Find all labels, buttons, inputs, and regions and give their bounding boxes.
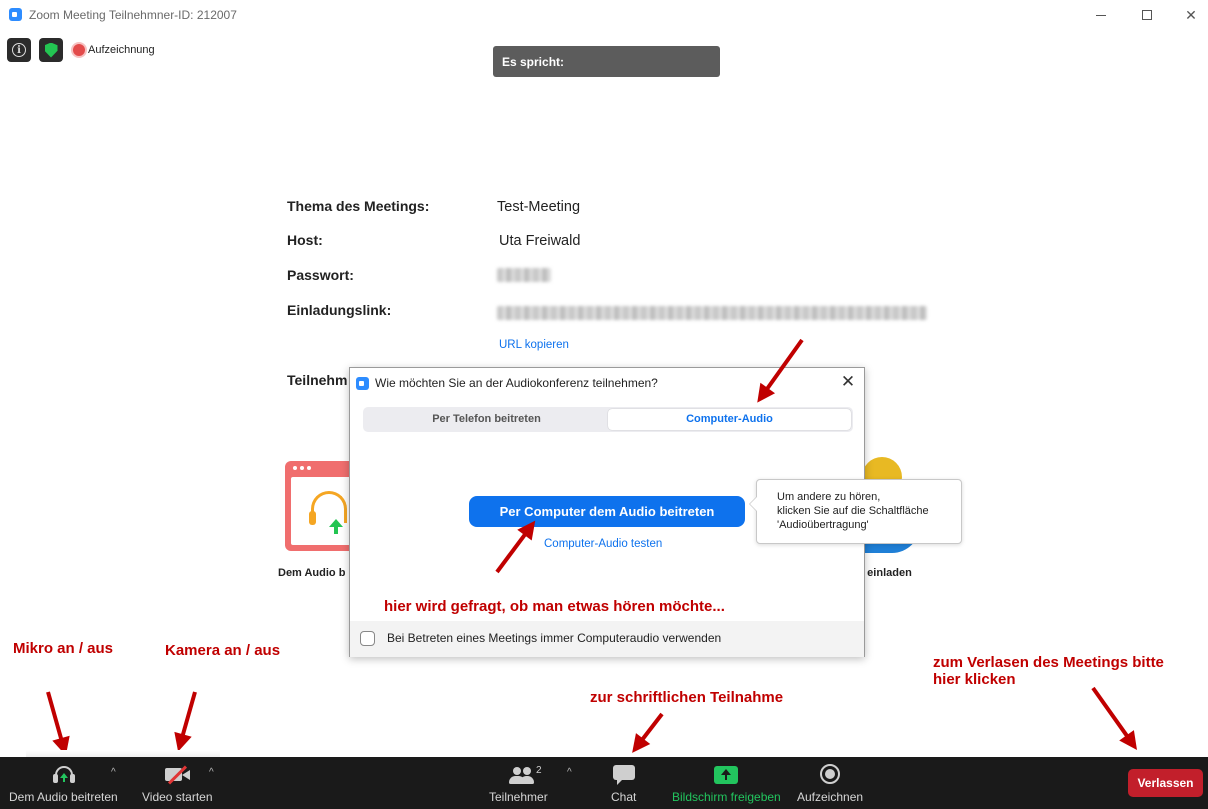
share-screen-label: Bildschirm freigeben [672, 790, 781, 804]
start-video-label: Video starten [142, 790, 213, 804]
join-audio-label: Dem Audio beitreten [9, 790, 118, 804]
info-icon: i [12, 43, 26, 57]
tooltip-line: 'Audioübertragung' [777, 519, 869, 531]
record-icon [820, 764, 840, 784]
shield-icon [44, 42, 58, 58]
record-icon [73, 44, 85, 56]
always-computer-audio-label: Bei Betreten eines Meetings immer Comput… [387, 631, 722, 645]
recording-label: Aufzeichnung [88, 44, 155, 56]
invite-link-value-blurred [497, 306, 927, 323]
participants-label: Teilnehmer [489, 790, 548, 804]
window-titlebar: Zoom Meeting Teilnehmner-ID: 212007 ✕ [0, 0, 1208, 30]
chat-icon [613, 765, 635, 785]
participants-options-caret[interactable]: ^ [567, 767, 572, 778]
meeting-info-button[interactable]: i [7, 38, 31, 62]
participants-button[interactable]: 2 Teilnehmer [482, 757, 560, 809]
window-dots-icon [293, 466, 311, 470]
topic-label: Thema des Meetings: [287, 198, 430, 214]
recording-indicator[interactable]: Aufzeichnung [73, 44, 155, 56]
minimize-button[interactable] [1078, 2, 1124, 28]
annotation-arrow-camera [169, 691, 197, 755]
invite-tile-label: e einladen [858, 567, 912, 579]
dialog-close-button[interactable]: ✕ [838, 372, 858, 392]
password-label: Passwort: [287, 267, 354, 283]
active-speaker-box: Es spricht: [493, 46, 720, 77]
audio-options-caret[interactable]: ^ [111, 767, 116, 778]
zoom-app-icon [9, 8, 22, 21]
annotation-arrow-mic [46, 691, 75, 759]
participants-count: 2 [536, 765, 542, 776]
tooltip-line: Um andere zu hören, [777, 491, 881, 503]
tooltip-line: klicken Sie auf die Schaltfläche [777, 505, 929, 517]
test-computer-audio-link[interactable]: Computer-Audio testen [544, 538, 662, 550]
record-button[interactable]: Aufzeichnen [793, 757, 869, 809]
dialog-footer: Bei Betreten eines Meetings immer Comput… [350, 621, 864, 657]
participant-id-label: Teilnehm [287, 372, 348, 388]
window-title: Zoom Meeting Teilnehmner-ID: 212007 [29, 8, 237, 22]
arrow-stem [334, 526, 338, 534]
annotation-arrow-leave [1091, 686, 1145, 756]
tab-phone[interactable]: Per Telefon beitreten [365, 409, 608, 430]
host-value: Uta Freiwald [499, 233, 581, 249]
zoom-app-icon [356, 377, 369, 390]
annotation-camera: Kamera an / aus [165, 642, 281, 659]
dialog-titlebar: Wie möchten Sie an der Audiokonferenz te… [350, 368, 864, 398]
toolbar-shadow [26, 750, 220, 757]
minimize-icon [1096, 14, 1106, 16]
join-audio-tile-label: Dem Audio b [278, 567, 346, 579]
copy-url-link[interactable]: URL kopieren [499, 335, 569, 351]
join-audio-tile[interactable] [285, 461, 357, 551]
annotation-mic: Mikro an / aus [13, 640, 114, 657]
password-value-blurred [497, 268, 551, 285]
annotation-question: hier wird gefragt, ob man etwas hören mö… [384, 598, 725, 615]
record-label: Aufzeichnen [797, 790, 864, 804]
join-audio-button[interactable]: Dem Audio beitreten [0, 757, 128, 809]
audio-hint-tooltip: Um andere zu hören, klicken Sie auf die … [749, 479, 962, 544]
share-screen-button[interactable]: Bildschirm freigeben [668, 757, 788, 809]
participants-icon [508, 766, 534, 784]
meeting-status-bar: i Aufzeichnung [7, 38, 155, 62]
share-screen-icon [714, 766, 738, 784]
video-off-icon [165, 765, 191, 785]
dialog-title: Wie möchten Sie an der Audiokonferenz te… [375, 376, 658, 390]
security-button[interactable] [39, 38, 63, 62]
annotation-chat: zur schriftlichen Teilnahme [590, 689, 784, 706]
join-computer-audio-button[interactable]: Per Computer dem Audio beitreten [469, 496, 745, 527]
start-video-button[interactable]: Video starten [135, 757, 225, 809]
tab-computer-audio[interactable]: Computer-Audio [608, 409, 851, 430]
annotation-arrow-chat [624, 712, 664, 759]
topic-value: Test-Meeting [497, 199, 581, 215]
meeting-toolbar: Dem Audio beitreten ^ Video starten ^ 2 … [0, 757, 1208, 809]
close-icon: ✕ [1185, 6, 1197, 23]
maximize-icon [1142, 10, 1152, 20]
close-window-button[interactable]: ✕ [1168, 2, 1208, 28]
leave-meeting-button[interactable]: Verlassen [1128, 769, 1203, 797]
chat-label: Chat [611, 790, 637, 804]
invite-link-label: Einladungslink: [287, 302, 392, 318]
always-computer-audio-checkbox[interactable] [360, 631, 375, 646]
annotation-leave-line1: zum Verlasen des Meetings bitte [933, 654, 1164, 671]
headset-icon [53, 765, 75, 783]
maximize-button[interactable] [1124, 2, 1170, 28]
host-label: Host: [287, 232, 323, 248]
chat-button[interactable]: Chat [602, 757, 646, 809]
headset-earpiece [309, 511, 316, 525]
annotation-leave-line2: hier klicken [933, 671, 1016, 688]
audio-mode-tabs: Per Telefon beitreten Computer-Audio [363, 407, 853, 432]
video-options-caret[interactable]: ^ [209, 767, 214, 778]
